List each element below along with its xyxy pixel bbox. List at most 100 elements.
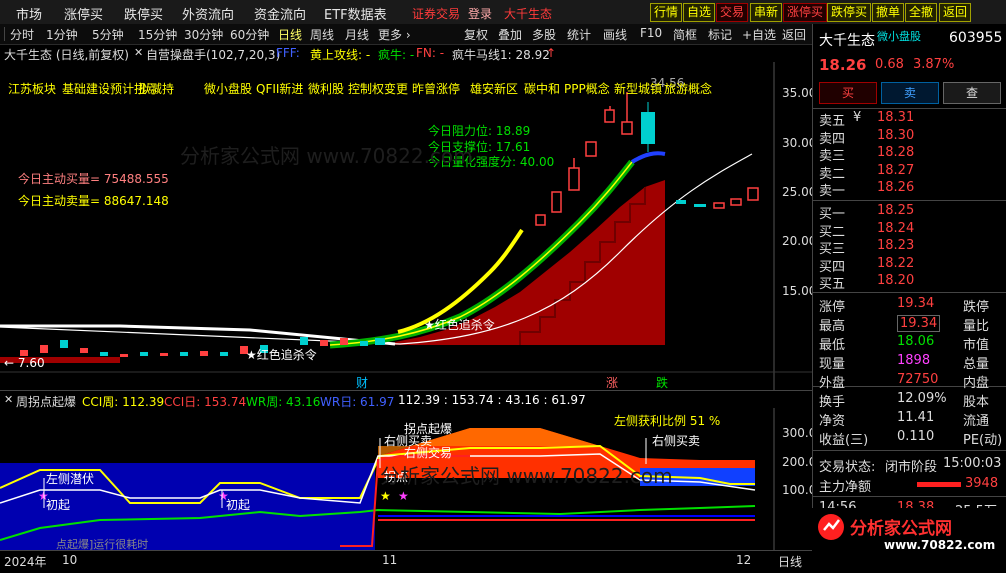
indicator-name[interactable]: 自营操盘手(102,7,20,3): [146, 46, 280, 63]
top-button-0[interactable]: 行情: [650, 3, 683, 22]
event-limit-down[interactable]: 跌: [656, 374, 668, 391]
concept-tag[interactable]: 新型城镇: [614, 80, 662, 97]
stat-value: 12.09%: [897, 391, 947, 406]
menu-limit-up-buy[interactable]: 涨停买: [64, 4, 103, 23]
tool-back[interactable]: 返回: [782, 26, 806, 43]
top-button-3[interactable]: 串新: [750, 3, 783, 22]
concept-tag[interactable]: 控制权变更: [348, 80, 408, 97]
ask-row[interactable]: 卖三 18.28: [819, 145, 999, 164]
stat-value: 11.41: [897, 410, 935, 425]
period-60min[interactable]: 60分钟: [230, 26, 269, 43]
menu-capital-flow[interactable]: 资金流向: [254, 4, 306, 23]
top-button-6[interactable]: 撤单: [872, 3, 905, 22]
bid-row[interactable]: 买三 18.23: [819, 238, 999, 257]
active-buy-volume: 今日主动买量= 75488.555: [18, 172, 169, 186]
stat-label: 流通: [963, 414, 990, 429]
level-label: 卖一: [819, 184, 846, 200]
period-minute[interactable]: 分时: [10, 26, 34, 43]
stat-label: 总量: [963, 357, 990, 372]
up-arrow-icon: ↑: [546, 46, 557, 60]
logo-icon: [818, 514, 844, 540]
tool-draw-line[interactable]: 画线: [603, 26, 627, 43]
stat-label: 收益(三): [819, 433, 869, 448]
candle: [320, 340, 328, 346]
concept-tag[interactable]: 旅游概念: [664, 80, 712, 97]
axis-month-10: 10: [62, 553, 78, 567]
concept-tag[interactable]: 拟减持: [138, 80, 174, 97]
concept-tag[interactable]: 江苏板块: [8, 80, 56, 97]
period-15min[interactable]: 15分钟: [138, 26, 177, 43]
main-kline-chart[interactable]: [0, 62, 812, 390]
menu-market[interactable]: 市场: [16, 4, 42, 23]
panel-divider: [813, 108, 1006, 109]
event-limit-up[interactable]: 涨: [606, 374, 618, 391]
concept-tag[interactable]: 碳中和: [524, 80, 560, 97]
bid-row[interactable]: 买一 18.25: [819, 203, 999, 222]
candle: [120, 354, 128, 357]
menu-etf-table[interactable]: ETF数据表: [324, 4, 387, 23]
period-weekly[interactable]: 周线: [310, 26, 334, 43]
concept-tag[interactable]: 雄安新区: [470, 80, 518, 97]
top-button-1[interactable]: 自选: [683, 3, 716, 22]
menu-limit-down-buy[interactable]: 跌停买: [124, 4, 163, 23]
period-daily[interactable]: 日线: [278, 26, 302, 43]
period-30min[interactable]: 30分钟: [184, 26, 223, 43]
period-5min[interactable]: 5分钟: [92, 26, 124, 43]
watermark: 分析家公式网 www.70822.com: [380, 464, 673, 488]
login-link[interactable]: 登录: [468, 5, 492, 22]
tool-simple-frame[interactable]: 简框: [673, 26, 697, 43]
stat-label: 量比: [963, 319, 990, 334]
sub-chart-title: ✕ 周拐点起爆 CCI周: 112.39 CCI日: 153.74 WR周: 4…: [0, 390, 812, 409]
toolbar-divider: [4, 27, 5, 41]
ask-row[interactable]: 卖五 18.31: [819, 110, 999, 129]
trade-status-label: 交易状态:: [819, 460, 876, 475]
bid-row[interactable]: 买二 18.24: [819, 221, 999, 240]
candle: [747, 187, 759, 201]
indicator-crazy-bull: 疯牛: -: [378, 48, 415, 62]
period-1min[interactable]: 1分钟: [46, 26, 78, 43]
concept-tag[interactable]: 微小盘股: [204, 80, 252, 97]
menu-foreign-flow[interactable]: 外资流向: [182, 4, 234, 23]
stock-code: 603955: [949, 30, 1003, 46]
bid-row[interactable]: 买四 18.22: [819, 256, 999, 275]
bid-row[interactable]: 买五 18.20: [819, 273, 999, 292]
top-button-8[interactable]: 返回: [939, 3, 972, 22]
indicator-crazy-ma: 疯牛马线1: 28.92: [452, 48, 550, 62]
sell-button[interactable]: 卖: [881, 82, 939, 104]
check-button[interactable]: 查: [943, 82, 1001, 104]
tool-mark[interactable]: 标记: [708, 26, 732, 43]
tool-multi-stock[interactable]: 多股: [532, 26, 556, 43]
stat-label: 最高: [819, 319, 846, 334]
tool-statistics[interactable]: 统计: [567, 26, 591, 43]
concept-tag[interactable]: 昨曾涨停: [412, 80, 460, 97]
ask-row[interactable]: 卖二 18.27: [819, 163, 999, 182]
ask-row[interactable]: 卖四 18.30: [819, 128, 999, 147]
concept-tag[interactable]: 微利股: [308, 80, 344, 97]
concept-tag[interactable]: PPP概念: [564, 80, 610, 97]
tool-restore-rights[interactable]: 复权: [464, 26, 488, 43]
period-monthly[interactable]: 月线: [345, 26, 369, 43]
panel-divider: [813, 450, 1006, 451]
tool-add-watchlist[interactable]: +自选: [742, 26, 776, 43]
candle: [551, 191, 562, 213]
buy-button[interactable]: 买: [819, 82, 877, 104]
close-icon[interactable]: ✕: [4, 393, 13, 406]
tool-overlay[interactable]: 叠加: [498, 26, 522, 43]
right-buy-label: 右侧买卖: [652, 434, 701, 448]
quote-panel: 大千生态 微小盘股 603955 18.26 0.68 3.87% 买 卖 查 …: [812, 24, 1006, 572]
period-toolbar: 分时 1分钟 5分钟 15分钟 30分钟 60分钟 日线 周线 月线 更多 › …: [0, 24, 812, 45]
top-button-5[interactable]: 跌停买: [827, 3, 872, 22]
close-icon[interactable]: ✕: [134, 46, 143, 59]
period-more[interactable]: 更多 ›: [378, 26, 411, 43]
event-finance[interactable]: 财: [356, 374, 368, 391]
trade-status-time: 15:00:03: [943, 456, 1002, 471]
ask-row[interactable]: 卖一 18.26: [819, 180, 999, 200]
tool-f10[interactable]: F10: [640, 26, 662, 40]
indicator-fn: FN: -: [416, 46, 445, 60]
top-button-2[interactable]: 交易: [716, 3, 749, 22]
top-button-4[interactable]: 涨停买: [783, 3, 828, 22]
concept-tag[interactable]: QFII新进: [256, 80, 303, 97]
chart-title-line: 大千生态 (日线,前复权) ✕ 自营操盘手(102,7,20,3) FFF: 黄…: [0, 44, 812, 62]
top-button-7[interactable]: 全撤: [905, 3, 938, 22]
level-price: 18.23: [877, 238, 915, 254]
